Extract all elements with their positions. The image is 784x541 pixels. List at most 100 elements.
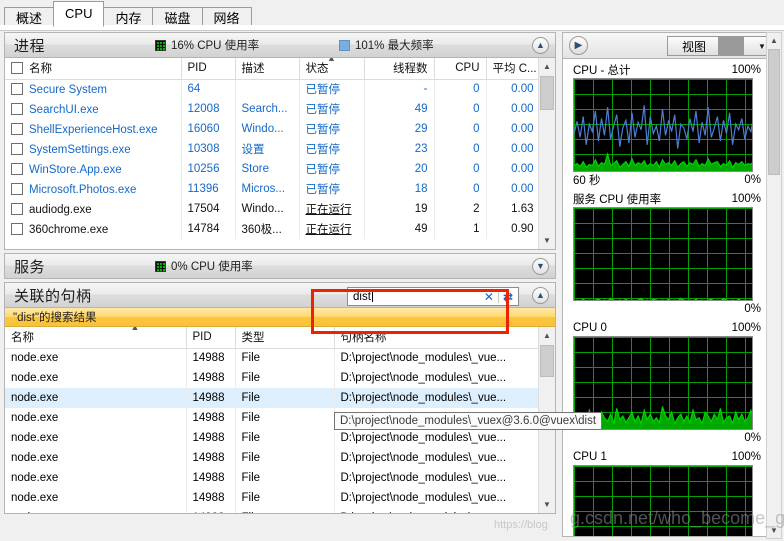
cell-text: Microsoft.Photos.exe xyxy=(29,183,137,196)
chevron-right-icon[interactable]: ▶ xyxy=(569,36,588,55)
view-button-label: 视图 xyxy=(681,39,706,54)
row-checkbox[interactable] xyxy=(11,162,23,175)
handle-cell-type: File xyxy=(235,448,335,468)
table-row[interactable]: node.exe14988FileD:\project\node_modules… xyxy=(5,508,538,513)
processes-col-status[interactable]: ▲ 状态 xyxy=(299,58,365,80)
handles-collapse-button[interactable]: ▲ xyxy=(532,287,549,304)
table-row[interactable]: node.exe14988FileD:\project\node_modules… xyxy=(5,368,538,388)
column-header-label: 类型 xyxy=(241,332,265,345)
cell-text: 11396 xyxy=(187,183,219,195)
table-row[interactable]: node.exe14988FileD:\project\node_modules… xyxy=(5,468,538,488)
cell-text: 23 xyxy=(414,143,428,155)
processes-section-header[interactable]: 进程 16% CPU 使用率 101% 最大频率 ▲ xyxy=(4,32,556,58)
search-refresh-icon[interactable]: ⇄ xyxy=(499,290,515,304)
table-row[interactable]: node.exe14988FileD:\project\node_modules… xyxy=(5,388,538,408)
scroll-up-icon[interactable]: ▲ xyxy=(767,33,781,48)
tab-underline xyxy=(0,25,784,31)
column-header-label: CPU xyxy=(455,62,480,75)
cell-text: SearchUI.exe xyxy=(29,103,99,116)
column-header-label: PID xyxy=(187,62,207,75)
scroll-up-icon[interactable]: ▲ xyxy=(539,327,555,344)
tab-2[interactable]: CPU xyxy=(53,1,105,27)
search-clear-icon[interactable]: ✕ xyxy=(480,290,498,304)
processes-cpu-usage-label: 16% CPU 使用率 xyxy=(171,40,260,52)
cell-text: 0 xyxy=(473,163,480,175)
table-row[interactable]: node.exe14988FileD:\project\node_modules… xyxy=(5,428,538,448)
graph-title: 服务 CPU 使用率 xyxy=(573,194,662,206)
row-checkbox[interactable] xyxy=(11,202,23,215)
row-checkbox[interactable] xyxy=(11,142,23,155)
processes-col-avg[interactable]: 平均 C... xyxy=(486,58,538,80)
processes-table: 名称 PID 描述 ▲ 状态 线程数 CPU 平均 C... Secure System 64 已… xyxy=(5,58,538,239)
handles-section-header[interactable]: 关联的句柄 dist ✕ ⇄ ▲ xyxy=(4,282,556,308)
processes-scroll-thumb[interactable] xyxy=(540,76,554,110)
handles-col-name[interactable]: ▲ 名称 xyxy=(5,327,187,349)
processes-col-pid[interactable]: PID xyxy=(181,58,236,80)
process-cell-desc: Store xyxy=(235,159,300,179)
table-row[interactable]: Microsoft.Photos.exe 11396 Micros... 已暂停 18 0… xyxy=(5,179,538,199)
process-cell-cpu: 0 xyxy=(434,79,487,99)
processes-col-name[interactable]: 名称 xyxy=(5,58,182,80)
processes-col-cpu[interactable]: CPU xyxy=(434,58,487,80)
column-header-label: 平均 C... xyxy=(492,63,537,76)
processes-table-container: 名称 PID 描述 ▲ 状态 线程数 CPU 平均 C... Secure System 64 已… xyxy=(4,58,556,250)
cell-text: 10308 xyxy=(187,143,220,155)
window-vertical-scrollbar[interactable]: ▲ ▼ xyxy=(766,32,782,539)
row-checkbox[interactable] xyxy=(11,122,23,135)
handles-col-type[interactable]: 类型 xyxy=(235,327,335,349)
table-row[interactable]: node.exe14988FileD:\project\node_modules… xyxy=(5,348,538,368)
processes-collapse-button[interactable]: ▲ xyxy=(532,37,549,54)
table-row[interactable]: ShellExperienceHost.exe 16060 Windo... 已暂停 2… xyxy=(5,119,538,139)
handle-cell-type: File xyxy=(235,348,335,368)
handle-cell-pid: 14988 xyxy=(186,408,236,428)
scroll-down-icon[interactable]: ▼ xyxy=(539,496,555,513)
table-row[interactable]: WinStore.App.exe 10256 Store 已暂停 20 0 0.00 xyxy=(5,159,538,179)
graph-max-label: 100% xyxy=(731,322,761,334)
processes-col-threads[interactable]: 线程数 xyxy=(364,58,435,80)
handle-cell-pid: 14988 xyxy=(186,368,236,388)
processes-col-desc[interactable]: 描述 xyxy=(235,58,300,80)
handles-header-row[interactable]: ▲ 名称 PID 类型 句柄名称 xyxy=(5,327,538,349)
services-collapse-button[interactable]: ▼ xyxy=(532,258,549,275)
sort-ascending-icon: ▲ xyxy=(130,327,140,332)
scroll-down-icon[interactable]: ▼ xyxy=(767,523,781,538)
table-row[interactable]: node.exe14988FileD:\project\node_modules… xyxy=(5,488,538,508)
process-cell-name: Secure System xyxy=(5,79,182,99)
column-header-label: 名称 xyxy=(11,332,34,345)
cell-text: 已暂停 xyxy=(305,184,341,196)
processes-vertical-scrollbar[interactable]: ▲ ▼ xyxy=(538,58,555,249)
cell-text: 0 xyxy=(473,83,480,96)
row-checkbox[interactable] xyxy=(11,222,23,235)
handles-col-pid[interactable]: PID xyxy=(186,327,236,349)
scroll-up-icon[interactable]: ▲ xyxy=(539,58,555,75)
table-row[interactable]: 360chrome.exe 14784 360极... 正在运行 49 1 0.90 xyxy=(5,219,538,239)
cell-text: 0 xyxy=(473,123,480,135)
table-row[interactable]: audiodg.exe 17504 Windo... 正在运行 19 2 1.63 xyxy=(5,199,538,219)
services-section-header[interactable]: 服务 0% CPU 使用率 ▼ xyxy=(4,253,556,279)
handle-search-input[interactable]: dist ✕ ⇄ xyxy=(347,287,519,306)
processes-header-row[interactable]: 名称 PID 描述 ▲ 状态 线程数 CPU 平均 C... xyxy=(5,58,538,80)
row-checkbox[interactable] xyxy=(11,182,23,195)
window-scroll-thumb[interactable] xyxy=(768,49,780,175)
handles-col-handle[interactable]: 句柄名称 xyxy=(334,327,538,349)
process-cell-status: 已暂停 xyxy=(299,179,365,199)
handle-cell-type: File xyxy=(235,388,335,408)
graph-min-label: 0% xyxy=(744,432,761,444)
table-row[interactable]: Secure System 64 已暂停 - 0 0.00 xyxy=(5,79,538,99)
row-checkbox[interactable] xyxy=(11,82,23,95)
table-row[interactable]: SearchUI.exe 12008 Search... 已暂停 49 0 0.00 xyxy=(5,99,538,119)
graph-max-label: 100% xyxy=(731,64,761,76)
handles-results-bar: "dist"的搜索结果 xyxy=(4,308,556,327)
process-cell-desc: 设置 xyxy=(235,139,300,159)
graph-canvas xyxy=(573,78,753,172)
graph-title: CPU - 总计 xyxy=(573,65,631,77)
handles-scroll-thumb[interactable] xyxy=(540,345,554,377)
process-cell-pid: 11396 xyxy=(181,179,236,199)
table-row[interactable]: node.exe14988FileD:\project\node_modules… xyxy=(5,448,538,468)
process-cell-cpu: 0 xyxy=(434,179,487,199)
table-row[interactable]: SystemSettings.exe 10308 设置 已暂停 23 0 0.00 xyxy=(5,139,538,159)
select-all-checkbox[interactable] xyxy=(11,62,23,75)
row-checkbox[interactable] xyxy=(11,102,23,115)
view-button[interactable]: 视图 ▼ xyxy=(666,36,771,56)
scroll-down-icon[interactable]: ▼ xyxy=(539,232,555,249)
